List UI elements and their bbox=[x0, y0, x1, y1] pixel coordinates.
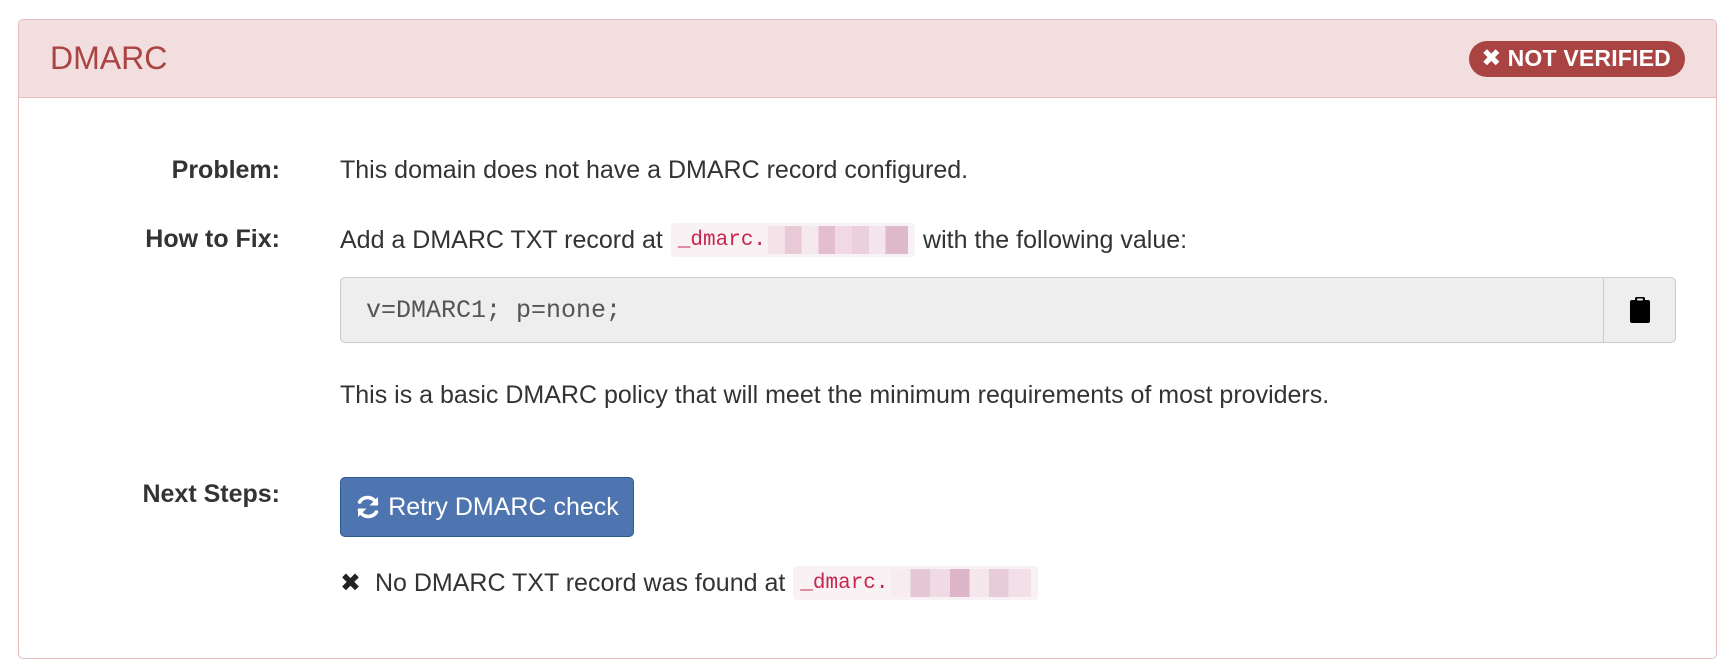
retry-button-label: Retry DMARC check bbox=[388, 492, 619, 521]
problem-label: Problem: bbox=[171, 156, 280, 184]
result-record-prefix: _dmarc. bbox=[800, 571, 889, 595]
policy-note: This is a basic DMARC policy that will m… bbox=[340, 381, 1330, 409]
redacted-domain bbox=[890, 569, 1031, 597]
retry-dmarc-button[interactable]: Retry DMARC check bbox=[340, 477, 634, 537]
clipboard-icon bbox=[1629, 297, 1650, 323]
panel-heading: DMARC ✖ NOT VERIFIED bbox=[19, 20, 1716, 98]
panel-title: DMARC bbox=[50, 40, 168, 76]
check-result: ✖ No DMARC TXT record was found at _dmar… bbox=[340, 566, 1038, 600]
redacted-domain bbox=[768, 226, 909, 254]
status-badge-label: NOT VERIFIED bbox=[1507, 45, 1671, 71]
status-badge: ✖ NOT VERIFIED bbox=[1469, 40, 1685, 77]
how-to-fix-text-before: Add a DMARC TXT record at bbox=[340, 225, 663, 254]
how-to-fix-label: How to Fix: bbox=[145, 225, 280, 253]
record-value[interactable]: v=DMARC1; p=none; bbox=[341, 278, 1603, 342]
refresh-icon bbox=[357, 495, 379, 519]
result-record-host: _dmarc. bbox=[793, 566, 1038, 600]
copy-button[interactable] bbox=[1603, 278, 1675, 342]
times-icon: ✖ bbox=[1481, 44, 1502, 72]
how-to-fix-text: Add a DMARC TXT record at _dmarc. with t… bbox=[340, 223, 1187, 257]
problem-text: This domain does not have a DMARC record… bbox=[340, 156, 969, 184]
times-icon: ✖ bbox=[340, 569, 361, 597]
dmarc-record-prefix: _dmarc. bbox=[677, 228, 767, 252]
next-steps-label: Next Steps: bbox=[142, 480, 280, 508]
record-value-field: v=DMARC1; p=none; bbox=[340, 277, 1676, 343]
result-text: No DMARC TXT record was found at bbox=[374, 568, 786, 597]
dmarc-record-host: _dmarc. bbox=[670, 223, 916, 257]
how-to-fix-text-after: with the following value: bbox=[923, 225, 1188, 254]
